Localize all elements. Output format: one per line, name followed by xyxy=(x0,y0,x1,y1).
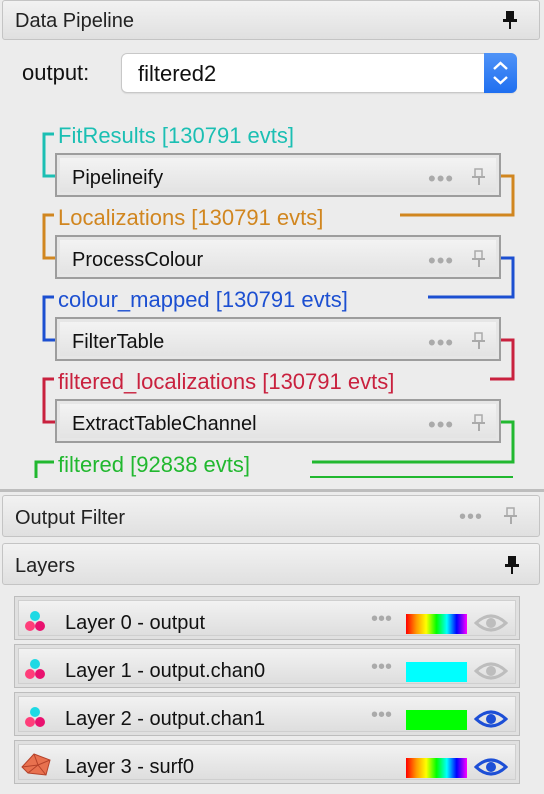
layer-row-2[interactable]: Layer 2 - output.chan1 ••• xyxy=(14,692,520,736)
lut-swatch[interactable] xyxy=(406,710,467,730)
pin-icon[interactable] xyxy=(471,414,487,432)
pin-icon[interactable] xyxy=(503,507,519,525)
datasource-localizations[interactable]: Localizations [130791 evts] xyxy=(58,205,323,231)
more-icon[interactable]: ••• xyxy=(459,506,483,529)
datasource-colour-mapped[interactable]: colour_mapped [130791 evts] xyxy=(58,287,348,313)
layer-label: Layer 0 - output xyxy=(65,612,206,634)
more-icon[interactable]: ••• xyxy=(371,608,392,631)
layers-title: Layers xyxy=(15,555,76,577)
more-icon[interactable]: ••• xyxy=(428,412,454,438)
more-icon[interactable]: ••• xyxy=(428,166,454,192)
eye-icon[interactable] xyxy=(474,755,508,779)
lut-swatch[interactable] xyxy=(406,614,467,634)
module-filtertable[interactable]: FilterTable ••• xyxy=(55,317,501,361)
panel-divider xyxy=(0,489,544,492)
datasource-filtered-localizations[interactable]: filtered_localizations [130791 evts] xyxy=(58,369,394,395)
pin-icon[interactable] xyxy=(471,168,487,186)
module-extracttablechannel[interactable]: ExtractTableChannel ••• xyxy=(55,399,501,443)
lut-swatch[interactable] xyxy=(406,758,467,778)
eye-icon[interactable] xyxy=(474,659,508,683)
points-icon xyxy=(25,707,45,727)
module-label: ProcessColour xyxy=(72,249,204,271)
layer-label: Layer 1 - output.chan0 xyxy=(65,660,266,682)
pin-icon[interactable] xyxy=(471,332,487,350)
more-icon[interactable]: ••• xyxy=(428,248,454,274)
layer-row-0[interactable]: Layer 0 - output ••• xyxy=(14,596,520,640)
more-icon[interactable]: ••• xyxy=(371,656,392,679)
pin-icon[interactable] xyxy=(471,250,487,268)
output-filter-title: Output Filter xyxy=(15,507,126,529)
layer-label: Layer 3 - surf0 xyxy=(65,756,194,778)
lut-swatch[interactable] xyxy=(406,662,467,682)
module-pipelineify[interactable]: Pipelineify ••• xyxy=(55,153,501,197)
eye-icon[interactable] xyxy=(474,707,508,731)
pin-icon[interactable] xyxy=(503,555,521,575)
points-icon xyxy=(25,659,45,679)
layer-row-3[interactable]: Layer 3 - surf0 xyxy=(14,740,520,784)
module-processcolour[interactable]: ProcessColour ••• xyxy=(55,235,501,279)
more-icon[interactable]: ••• xyxy=(371,704,392,727)
module-label: Pipelineify xyxy=(72,167,164,189)
datasource-fitresults[interactable]: FitResults [130791 evts] xyxy=(58,123,294,149)
eye-icon[interactable] xyxy=(474,611,508,635)
output-filter-header[interactable]: Output Filter ••• xyxy=(2,495,540,537)
layer-label: Layer 2 - output.chan1 xyxy=(65,708,266,730)
layer-row-1[interactable]: Layer 1 - output.chan0 ••• xyxy=(14,644,520,688)
surface-icon xyxy=(21,753,51,776)
module-label: FilterTable xyxy=(72,331,165,353)
points-icon xyxy=(25,611,45,631)
more-icon[interactable]: ••• xyxy=(428,330,454,356)
layers-header[interactable]: Layers xyxy=(2,543,540,585)
module-label: ExtractTableChannel xyxy=(72,413,257,435)
datasource-filtered[interactable]: filtered [92838 evts] xyxy=(58,452,250,478)
